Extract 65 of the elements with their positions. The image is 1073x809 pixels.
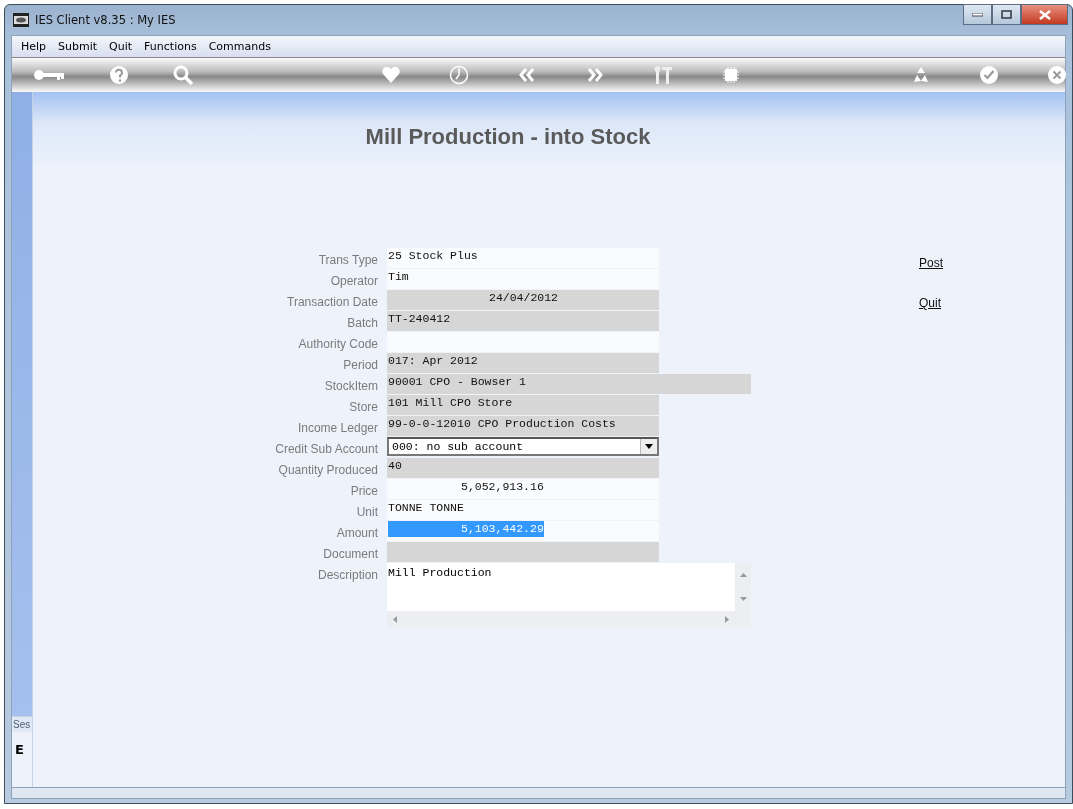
menu-item[interactable]: Commands — [203, 38, 276, 55]
field-label: Amount — [335, 525, 379, 540]
double-right-arrow-icon[interactable] — [585, 65, 605, 85]
chip-icon[interactable] — [721, 65, 741, 85]
action-link[interactable]: Quit — [919, 296, 943, 310]
description-field[interactable]: Mill Production — [387, 563, 735, 611]
window-title: IES Client v8.35 : My IES — [35, 13, 177, 27]
form-title: Mill Production - into Stock — [365, 124, 651, 150]
field-label: Unit — [355, 504, 379, 519]
menu-item[interactable]: Help — [16, 38, 52, 55]
field-label: Price — [349, 483, 379, 498]
input-field[interactable]: Tim — [387, 269, 659, 289]
field-label: Income Ledger — [296, 420, 379, 435]
clock-icon[interactable] — [449, 65, 469, 85]
minimize-icon — [972, 12, 983, 17]
dropdown-field[interactable]: 000: no sub account — [387, 437, 659, 456]
field-label: Document — [322, 546, 379, 561]
input-field[interactable]: 90001 CPO - Bowser 1 — [387, 374, 751, 394]
double-left-arrow-icon[interactable] — [517, 65, 537, 85]
field-label: Transaction Date — [286, 294, 379, 309]
field-label: StockItem — [323, 378, 379, 393]
minimize-button[interactable] — [963, 4, 992, 25]
tools-icon[interactable] — [653, 65, 673, 85]
input-field[interactable]: 5,052,913.16 — [387, 479, 659, 499]
input-field[interactable]: 99-0-0-12010 CPO Production Costs — [387, 416, 659, 436]
close-button[interactable] — [1021, 4, 1068, 25]
input-field[interactable]: 101 Mill CPO Store — [387, 395, 659, 415]
session-label: Ses — [12, 717, 32, 732]
scroll-left-icon[interactable] — [393, 615, 397, 623]
field-label: Description — [316, 567, 379, 582]
search-icon[interactable] — [173, 65, 193, 85]
input-field[interactable]: 017: Apr 2012 — [387, 353, 659, 373]
dropdown-arrow-icon — [645, 444, 653, 449]
recycle-icon[interactable] — [911, 65, 931, 85]
field-label: Period — [342, 357, 379, 372]
app-icon — [13, 13, 29, 27]
maximize-icon — [1001, 10, 1012, 19]
maximize-button[interactable] — [992, 4, 1021, 25]
check-icon[interactable] — [979, 65, 999, 85]
help-icon[interactable] — [109, 65, 129, 85]
input-field[interactable] — [387, 332, 659, 352]
field-label: Quantity Produced — [277, 462, 379, 477]
input-field[interactable]: 40 — [387, 458, 659, 478]
menu-item[interactable]: Quit — [104, 38, 138, 55]
menu-item[interactable]: Submit — [53, 38, 103, 55]
input-field[interactable]: TT-240412 — [387, 311, 659, 331]
scroll-up-icon[interactable] — [739, 573, 747, 577]
field-label: Trans Type — [317, 252, 379, 267]
field-label: Operator — [329, 273, 379, 288]
menu-item[interactable]: Functions — [139, 38, 202, 55]
field-label: Authority Code — [297, 336, 379, 351]
scroll-down-icon[interactable] — [739, 597, 747, 601]
field-label: Credit Sub Account — [274, 441, 379, 456]
scroll-right-icon[interactable] — [725, 615, 729, 623]
input-field[interactable]: TONNE TONNE — [387, 500, 659, 520]
close-icon — [1038, 9, 1051, 20]
close-icon[interactable] — [1047, 65, 1067, 85]
field-label: Store — [348, 399, 379, 414]
heart-icon[interactable] — [381, 65, 401, 85]
input-field[interactable]: 24/04/2012 — [387, 290, 659, 310]
action-link[interactable]: Post — [919, 256, 943, 270]
input-field[interactable] — [387, 542, 659, 562]
session-glyph: E — [15, 742, 25, 757]
input-field[interactable]: 25 Stock Plus — [387, 248, 659, 268]
field-label: Batch — [346, 315, 379, 330]
